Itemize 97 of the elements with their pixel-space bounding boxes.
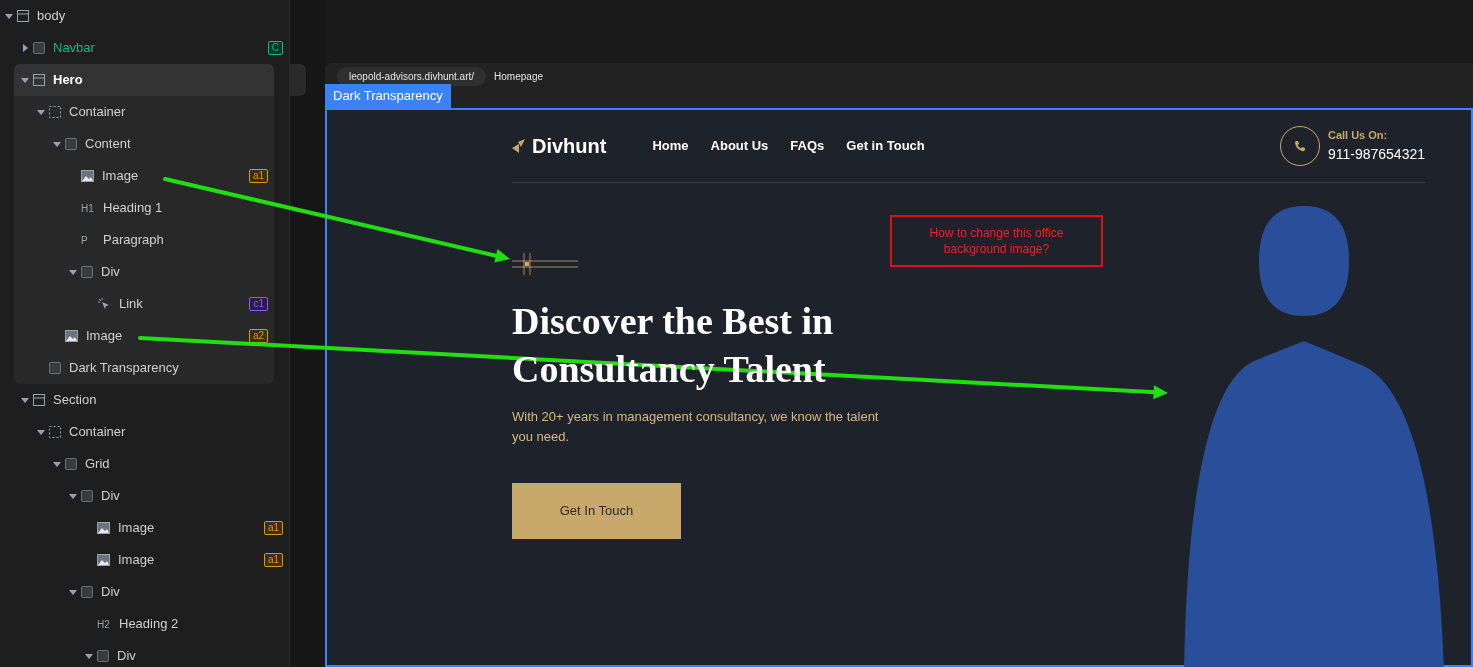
tree-item[interactable]: Image a1: [0, 544, 289, 576]
tree-item[interactable]: Div: [0, 480, 289, 512]
tree-item[interactable]: Container: [14, 96, 274, 128]
badge: a1: [263, 553, 283, 567]
tree-item-label: Image: [102, 167, 139, 186]
layout-icon: [33, 394, 45, 406]
box-icon: [81, 266, 93, 278]
tree-item-label: Div: [117, 647, 136, 666]
dashed-box-icon: [49, 106, 61, 118]
badge: C: [267, 41, 283, 55]
phone-number: 911-987654321: [1327, 144, 1425, 164]
note-text: How to change this office background image?: [928, 225, 1065, 257]
logo-icon: [512, 139, 528, 153]
tree-item-label: body: [37, 7, 66, 26]
caret-down-icon[interactable]: [21, 76, 29, 84]
nav-link[interactable]: About Us: [710, 136, 769, 156]
logo-text[interactable]: Divhunt: [532, 131, 607, 161]
cursor-icon: [97, 297, 111, 311]
call-label: Call Us On:: [1327, 128, 1389, 144]
caret-down-icon[interactable]: [5, 12, 13, 20]
tree-item-label: Paragraph: [103, 231, 164, 250]
badge: a2: [248, 329, 268, 343]
box-icon: [81, 490, 93, 502]
hero-text: With 20+ years in management consultancy, we know the talent you need.: [512, 408, 880, 446]
badge: a1: [248, 169, 268, 183]
page-name[interactable]: Homepage: [494, 67, 543, 86]
box-icon: [65, 138, 77, 150]
url-pill[interactable]: leopold-advisors.divhunt.art/: [337, 67, 487, 86]
tree-item-label: Div: [101, 263, 120, 282]
tree-item[interactable]: Grid: [0, 448, 289, 480]
caret-down-icon[interactable]: [69, 588, 77, 596]
tree-item-label: Container: [69, 103, 126, 122]
box-icon: [65, 458, 77, 470]
decor-cross-icon: [512, 253, 578, 275]
caret-down-icon[interactable]: [21, 396, 29, 404]
caret-down-icon[interactable]: [69, 268, 77, 276]
tree-item[interactable]: H1 Heading 1: [14, 192, 274, 224]
tree-item-label: Div: [101, 583, 120, 602]
tag-label: P: [81, 233, 89, 248]
phone-icon: [1293, 140, 1306, 152]
tree-item[interactable]: Link c1: [14, 288, 274, 320]
caret-down-icon[interactable]: [53, 140, 61, 148]
image-icon: [81, 170, 94, 182]
box-icon: [49, 362, 61, 374]
dashed-box-icon: [49, 426, 61, 438]
caret-down-icon[interactable]: [69, 492, 77, 500]
nav-link[interactable]: FAQs: [790, 136, 825, 156]
get-in-touch-button[interactable]: Get In Touch: [512, 483, 681, 539]
caret-down-icon[interactable]: [85, 652, 93, 660]
badge: a1: [263, 521, 283, 535]
tree-item-label: Dark Transparency: [69, 359, 179, 378]
tree-item-label: Content: [85, 135, 131, 154]
caret-down-icon[interactable]: [37, 108, 45, 116]
tree-item-label: Container: [69, 423, 126, 442]
tree-item[interactable]: Image a1: [14, 160, 274, 192]
tree-item[interactable]: Dark Transparency: [14, 352, 274, 384]
tree-item[interactable]: Container: [0, 416, 289, 448]
layout-icon: [17, 10, 29, 22]
tree-item[interactable]: Div: [14, 256, 274, 288]
tree-item-label: Image: [118, 519, 155, 538]
caret-down-icon[interactable]: [37, 428, 45, 436]
tree-item-label: Link: [119, 295, 143, 314]
tag-label: H1: [81, 201, 95, 216]
caret-down-icon[interactable]: [53, 460, 61, 468]
image-icon: [97, 522, 110, 534]
tree-item[interactable]: Div: [0, 576, 289, 608]
box-icon: [97, 650, 109, 662]
tree-item-label: Section: [53, 391, 97, 410]
tree-item[interactable]: Section: [0, 384, 289, 416]
image-icon: [97, 554, 110, 566]
caret-right-icon[interactable]: [21, 44, 29, 52]
tree-item[interactable]: Navbar C: [0, 32, 289, 64]
tree-item-label: Heading 1: [103, 199, 163, 218]
tree-item-label: Grid: [85, 455, 110, 474]
tree-item-label: Heading 2: [119, 615, 179, 634]
tree-item[interactable]: Div: [0, 640, 289, 667]
tree-item[interactable]: Image a1: [0, 512, 289, 544]
badge: c1: [249, 297, 268, 311]
selection-label: Dark Transparency: [325, 84, 451, 108]
image-icon: [65, 330, 78, 342]
tree-item-label: Hero: [53, 71, 83, 90]
tree-item-label: Image: [118, 551, 155, 570]
box-icon: [33, 42, 45, 54]
tree-item-label: Navbar: [53, 39, 95, 58]
tree-item[interactable]: Hero: [14, 64, 274, 96]
tree-item[interactable]: H2 Heading 2: [0, 608, 289, 640]
nav-link[interactable]: Home: [652, 136, 689, 156]
tree-item[interactable]: Image a2: [14, 320, 274, 352]
tree-item[interactable]: Content: [14, 128, 274, 160]
layout-icon: [33, 74, 45, 86]
nav-link[interactable]: Get in Touch: [846, 136, 925, 156]
tag-label: H2: [97, 617, 111, 632]
box-icon: [81, 586, 93, 598]
tree-item-label: Div: [101, 487, 120, 506]
tree-item[interactable]: P Paragraph: [14, 224, 274, 256]
tree-item-label: Image: [86, 327, 123, 346]
tree-item[interactable]: body: [0, 0, 289, 32]
